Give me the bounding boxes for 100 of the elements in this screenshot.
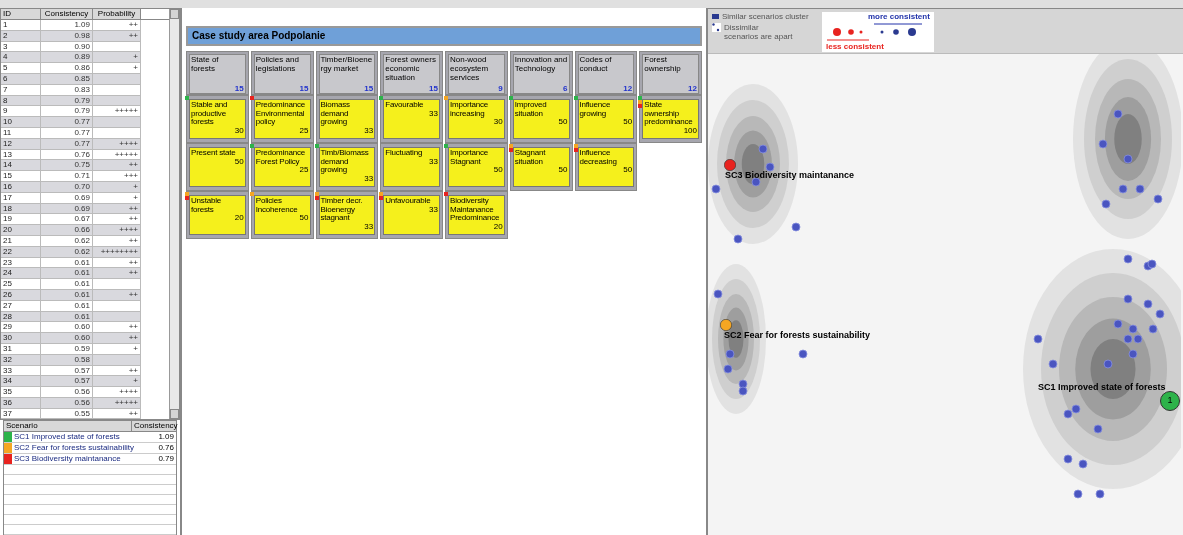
- table-cell: [93, 41, 141, 53]
- state-card[interactable]: Importance Stagnant 50: [448, 147, 505, 187]
- table-cell: 0.77: [41, 127, 93, 139]
- table-cell: 31: [1, 343, 41, 355]
- state-card[interactable]: Influence decreasing 50: [577, 147, 635, 187]
- state-value: 50: [558, 166, 568, 175]
- table-cell: 30: [1, 333, 41, 344]
- state-card[interactable]: Biodiversity Maintanance Predominance 20: [448, 195, 505, 235]
- state-card[interactable]: Unstable forests 20: [189, 195, 246, 235]
- descriptor-card[interactable]: Policies and legislations 15: [250, 51, 314, 95]
- table-cell: 0.66: [41, 225, 93, 236]
- table-cell-text: SC2 Fear for forests sustainability: [13, 442, 136, 454]
- state-label: Biodiversity Maintanance Predominance: [450, 197, 501, 223]
- cluster-icon: [712, 13, 719, 20]
- table-cell: ++: [93, 20, 141, 31]
- state-card[interactable]: Importance increasing 30: [448, 99, 505, 139]
- scenario-label: SC1 Improved state of forests: [1038, 381, 1166, 394]
- table-cell: 17: [1, 192, 41, 204]
- table-cell: 0.61: [41, 268, 93, 280]
- state-card[interactable]: Unfavourable 33: [383, 195, 440, 235]
- table-cell: +++++: [93, 397, 141, 409]
- state-card[interactable]: Stable and productive forests 30: [189, 99, 246, 139]
- table-cell: 1: [1, 20, 41, 31]
- state-label: Fluctuating: [385, 149, 424, 158]
- state-label: State ownership predominance: [644, 101, 694, 127]
- legend-text: Similar scenarios cluster: [722, 12, 809, 21]
- table-cell: ++: [93, 257, 141, 269]
- descriptor-name: Forest owners economic situation: [385, 55, 437, 82]
- state-value: 20: [493, 222, 503, 231]
- table-cell: [93, 127, 141, 139]
- descriptor-card[interactable]: Non-wood ecosystem services 9: [445, 51, 508, 95]
- table-cell: 27: [1, 300, 41, 312]
- descriptor-card[interactable]: Timber/Bioenergy market 15: [315, 51, 379, 95]
- table-cell: 15: [1, 171, 41, 182]
- table-cell: 0.85: [41, 74, 93, 85]
- state-card[interactable]: Favourable 33: [383, 99, 440, 139]
- descriptor-card[interactable]: State of forests 15: [186, 51, 249, 95]
- state-card[interactable]: Timb/Biomass demand growing 33: [318, 147, 376, 187]
- column-header[interactable]: Consistency: [41, 9, 93, 19]
- state-label: Predominance Environmental policy: [255, 101, 306, 127]
- scrollbar[interactable]: [169, 9, 179, 419]
- descriptor-weight: 15: [234, 84, 244, 93]
- state-value: 100: [683, 126, 697, 135]
- descriptor-card[interactable]: Forest owners economic situation 15: [380, 51, 443, 95]
- table-cell-text: 1.09: [157, 431, 175, 443]
- table-cell: ++++: [93, 225, 141, 236]
- column-header[interactable]: Scenario: [4, 421, 132, 431]
- table-cell: ++: [93, 30, 141, 42]
- column-header[interactable]: ID: [1, 9, 41, 19]
- table-cell: [93, 84, 141, 96]
- descriptor-name: Timber/Bioenergy market: [320, 55, 374, 73]
- table-cell: [93, 95, 141, 107]
- table-cell: [93, 300, 141, 312]
- table-cell: 21: [1, 235, 41, 247]
- table-cell: 0.86: [41, 63, 93, 74]
- state-card[interactable]: Improved situation 50: [512, 99, 570, 139]
- table-cell: 34: [1, 376, 41, 388]
- table-cell: 0.56: [41, 397, 93, 409]
- table-cell: 10: [1, 117, 41, 128]
- table-cell: 0.69: [41, 192, 93, 204]
- table-cell: 0.61: [41, 289, 93, 301]
- state-card[interactable]: Influence growing 50: [577, 99, 635, 139]
- descriptor-card[interactable]: Innovation and Technology 6: [509, 51, 573, 95]
- table-cell: ++: [93, 268, 141, 280]
- state-card[interactable]: Predominance Environmental policy 25: [253, 99, 311, 139]
- descriptor-weight: 15: [364, 84, 374, 93]
- table-cell: 6: [1, 74, 41, 85]
- table-cell: 0.60: [41, 322, 93, 334]
- table-cell: 0.89: [41, 52, 93, 64]
- state-card[interactable]: Timber decr. Bioenergy stagnant 33: [318, 195, 376, 235]
- table-cell: +: [93, 192, 141, 204]
- table-cell: ++++: [93, 387, 141, 398]
- descriptor-card[interactable]: Forest ownership 12: [639, 51, 702, 95]
- table-cell: [93, 354, 141, 366]
- column-header[interactable]: Probability: [93, 9, 141, 19]
- descriptor-card[interactable]: Codes of conduct 12: [574, 51, 638, 95]
- state-label: Importance increasing: [450, 101, 490, 118]
- state-value: 33: [364, 126, 374, 135]
- state-card[interactable]: Fluctuating 33: [383, 147, 440, 187]
- state-card[interactable]: Present state 50: [189, 147, 246, 187]
- state-card[interactable]: Stagnant situation 50: [512, 147, 570, 187]
- state-card[interactable]: State ownership predominance 100: [642, 99, 699, 139]
- table-cell: [93, 311, 141, 323]
- table-cell: ++: [93, 160, 141, 172]
- table-cell: 0.58: [41, 354, 93, 366]
- table-cell: 25: [1, 279, 41, 290]
- state-label: Predominance Forest Policy: [255, 149, 306, 166]
- column-header[interactable]: Consistency: [132, 421, 176, 431]
- state-card[interactable]: Biomass demand growing 33: [318, 99, 376, 139]
- state-value: 25: [299, 166, 309, 175]
- legend-text: Dissimilar scenarios are apart: [724, 23, 794, 41]
- table-cell: 32: [1, 354, 41, 366]
- table-cell: 0.79: [41, 106, 93, 118]
- table-cell: 24: [1, 268, 41, 280]
- table-cell: ++: [93, 235, 141, 247]
- state-card[interactable]: Policies Incoherence 50: [253, 195, 311, 235]
- table-cell: 0.55: [41, 408, 93, 420]
- state-card[interactable]: Predominance Forest Policy 25: [253, 147, 311, 187]
- table-cell: ++: [93, 365, 141, 377]
- table-cell: 11: [1, 127, 41, 139]
